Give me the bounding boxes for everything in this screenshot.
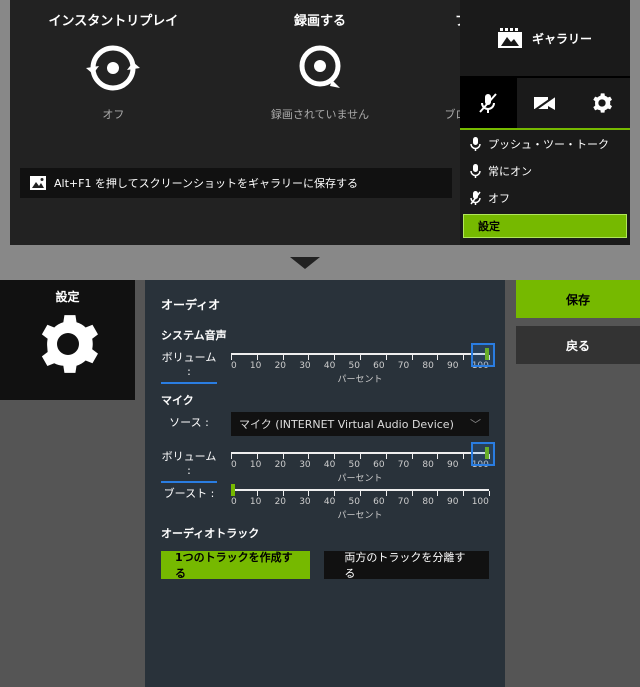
mic-off[interactable]: オフ [460,184,630,211]
gallery-button[interactable]: ギャラリー [460,0,630,78]
side-panel: ギャラリー プッシュ・ツー・トーク [460,0,630,245]
mic-boost-unit: パーセント [231,508,489,521]
record-tile[interactable]: 録画する 録画されていません [217,0,424,160]
audio-track-buttons: 1つのトラックを作成する 両方のトラックを分離する [161,551,489,579]
record-title: 録画する [294,10,346,32]
mic-boost-slider[interactable]: 0102030405060708090100 パーセント [231,485,489,519]
gear-icon [35,311,101,377]
instant-replay-status: オフ [102,108,124,122]
instant-replay-tile[interactable]: インスタントリプレイ オフ [10,0,217,160]
camera-tab[interactable] [517,78,574,128]
save-button[interactable]: 保存 [516,280,640,318]
gallery-label: ギャラリー [532,30,592,47]
screenshot-hint-text: Alt+F1 を押してスクリーンショットをギャラリーに保存する [54,175,358,191]
focus-indicator [471,442,495,466]
audio-header: オーディオ [161,296,489,313]
split-tracks-button[interactable]: 両方のトラックを分離する [324,551,489,579]
create-single-track-button[interactable]: 1つのトラックを作成する [161,551,310,579]
mic-muted-icon [470,191,481,205]
mic-push-label: プッシュ・ツー・トーク [488,136,609,152]
record-icon [292,32,348,104]
mic-menu: プッシュ・ツー・トーク 常にオン オフ 設定 [460,130,630,241]
chevron-down-icon [290,257,320,269]
audio-settings-main: オーディオ システム音声 ボリューム : 0102030405060708090… [145,280,505,687]
instant-replay-title: インスタントリプレイ [48,10,178,32]
screenshot-hint[interactable]: Alt+F1 を押してスクリーンショットをギャラリーに保存する [20,168,452,198]
mic-volume-label: ボリューム : [161,446,217,483]
focus-indicator [471,343,495,367]
mic-source-label: ソース : [161,412,217,430]
settings-action-buttons: 保存 戻る [516,280,640,372]
system-volume-slider[interactable]: 0102030405060708090100 パーセント [231,349,489,383]
back-button[interactable]: 戻る [516,326,640,364]
system-volume-row: ボリューム : 0102030405060708090100 パーセント [161,347,489,384]
mic-volume-row: ボリューム : 0102030405060708090100 パーセント [161,446,489,483]
mic-volume-slider[interactable]: 0102030405060708090100 パーセント [231,448,489,482]
sidebar-settings-tile[interactable]: 設定 [0,280,135,400]
mic-source-value: マイク (INTERNET Virtual Audio Device) [239,416,454,432]
side-tab-row [460,78,630,130]
gallery-icon [498,28,522,48]
system-volume-label: ボリューム : [161,347,217,384]
instant-replay-icon [85,32,141,104]
share-overlay-panel: インスタントリプレイ オフ 録画する 録画されていません ブロードキャストライブ… [10,0,630,245]
mic-source-row: ソース : マイク (INTERNET Virtual Audio Device… [161,412,489,436]
system-audio-title: システム音声 [161,327,489,343]
image-icon [30,176,46,190]
mic-title: マイク [161,392,489,408]
mic-tab[interactable] [460,78,517,128]
mic-always-on[interactable]: 常にオン [460,157,630,184]
mic-settings-item[interactable]: 設定 [463,214,627,238]
settings-panel: 設定 オーディオ システム音声 ボリューム : 0102030405060708… [0,280,640,687]
mic-boost-label: ブースト : [161,483,217,501]
system-volume-unit: パーセント [231,372,489,385]
mic-muted-icon [477,92,499,114]
audio-track-title: オーディオトラック [161,525,489,541]
gear-icon [591,92,613,114]
mic-off-label: オフ [488,190,510,206]
mic-settings-label: 設定 [478,218,500,234]
sidebar-settings-title: 設定 [55,288,79,305]
record-status: 録画されていません [271,108,369,122]
chevron-down-icon: ﹀ [470,416,481,432]
mic-boost-row: ブースト : 0102030405060708090100 パーセント [161,483,489,519]
mic-source-select[interactable]: マイク (INTERNET Virtual Audio Device) ﹀ [231,412,489,436]
mic-always-label: 常にオン [488,163,532,179]
mic-icon [470,164,481,178]
camera-off-icon [533,94,557,112]
mic-icon [470,137,481,151]
settings-tab[interactable] [573,78,630,128]
mic-push-to-talk[interactable]: プッシュ・ツー・トーク [460,130,630,157]
